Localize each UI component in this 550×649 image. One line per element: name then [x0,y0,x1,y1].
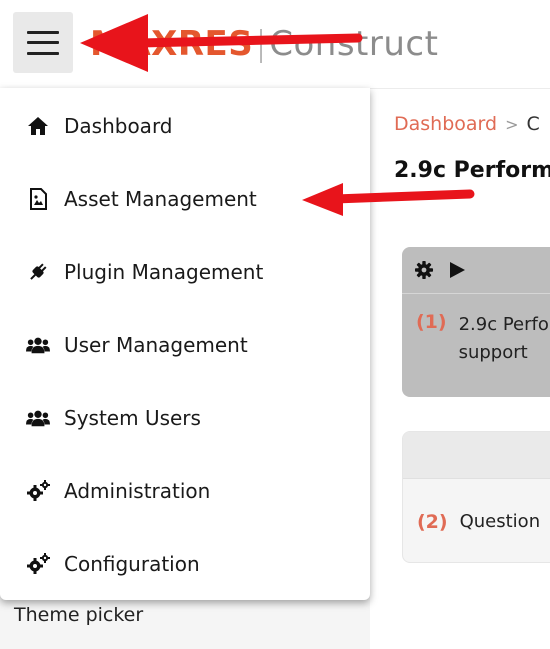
menu-item-system-users[interactable]: System Users [0,388,370,448]
item-title-line2: support [458,342,528,363]
menu-item-administration[interactable]: Administration [0,461,370,521]
users-icon [26,407,50,429]
card-toolbar [402,247,550,294]
item-card: (1) 2.9c Perfo support [402,247,550,397]
menu-item-label: User Management [64,333,248,357]
gear-icon[interactable] [414,260,434,280]
plug-icon [26,261,50,283]
users-icon [26,334,50,356]
breadcrumb-separator: > [505,115,519,134]
item-number: (1) [416,311,447,333]
play-icon[interactable] [448,260,466,280]
hamburger-icon [27,30,59,55]
menu-item-dashboard[interactable]: Dashboard [0,96,370,156]
menu-item-label: Administration [64,479,211,503]
logo-product: Construct [269,24,439,64]
breadcrumb: Dashboard > C [394,113,540,135]
image-file-icon [26,188,50,210]
theme-picker-link[interactable]: Theme picker [14,604,143,626]
logo-separator: | [255,24,268,64]
menu-toggle-button[interactable] [13,12,73,73]
list-item[interactable]: (2) Question [417,508,540,536]
menu-item-label: Configuration [64,552,200,576]
app-logo[interactable]: MAXRES | Construct [90,22,438,66]
home-icon [26,115,50,137]
item-number: (2) [417,511,448,533]
item-card: (2) Question [402,431,550,563]
list-item[interactable]: (1) 2.9c Perfo support [416,311,549,367]
breadcrumb-dashboard-link[interactable]: Dashboard [394,113,497,135]
card-header [403,432,550,479]
navigation-menu: Dashboard Asset Management Plugin Manage… [0,88,370,600]
menu-item-plugin-management[interactable]: Plugin Management [0,242,370,302]
menu-item-label: Plugin Management [64,260,264,284]
gears-icon [26,480,50,502]
menu-item-label: System Users [64,406,201,430]
breadcrumb-current: C [526,113,540,135]
menu-item-user-management[interactable]: User Management [0,315,370,375]
app-header: MAXRES | Construct [0,0,550,89]
item-title: Question [459,511,541,532]
menu-item-label: Asset Management [64,187,257,211]
gears-icon [26,553,50,575]
menu-item-asset-management[interactable]: Asset Management [0,169,370,229]
page-title: 2.9c Perform [394,158,550,183]
main-content: Dashboard > C 2.9c Perform (1) 2.9c Perf… [370,88,550,649]
logo-brand: MAXRES [90,24,254,64]
menu-item-label: Dashboard [64,114,173,138]
item-title-line1: 2.9c Perfo [458,314,549,335]
menu-item-configuration[interactable]: Configuration [0,534,370,594]
